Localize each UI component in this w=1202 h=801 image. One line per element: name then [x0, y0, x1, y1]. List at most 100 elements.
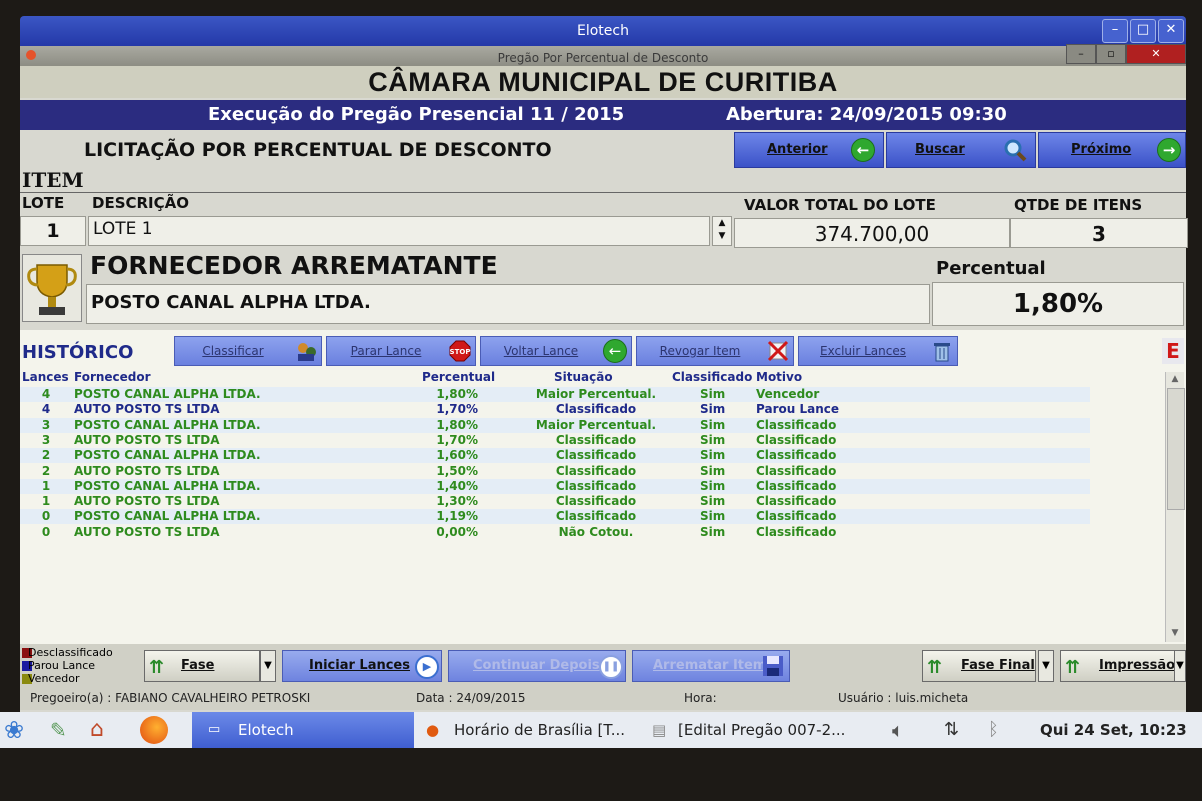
files-icon[interactable]: ✎: [50, 712, 80, 748]
table-row[interactable]: 2 AUTO POSTO TS LTDA 1,50% Classificado Sim C…: [20, 464, 1090, 479]
description-value: LOTE 1: [93, 219, 153, 239]
cell-situacao: Classificado: [555, 478, 637, 493]
export-e-badge[interactable]: E: [1162, 338, 1184, 364]
taskbar-elotech[interactable]: ▭ Elotech: [192, 712, 414, 748]
previous-button[interactable]: Anterior ←: [734, 132, 884, 168]
maximize-button[interactable]: □: [1130, 19, 1156, 43]
search-button[interactable]: Buscar: [886, 132, 1036, 168]
table-row[interactable]: 2 POSTO CANAL ALPHA LTDA. 1,60% Classificad…: [20, 448, 1090, 464]
close-button[interactable]: ✕: [1158, 19, 1184, 43]
inner-minimize-button[interactable]: –: [1066, 44, 1096, 64]
cell-situacao: Classificado: [555, 509, 637, 524]
cell-lance: 3: [41, 417, 51, 432]
cell-classificado: Sim: [700, 432, 726, 447]
cell-classificado: Sim: [700, 509, 726, 524]
cell-lance: 2: [41, 463, 51, 478]
window-icon: ▭: [208, 722, 221, 737]
network-icon[interactable]: ⇅: [944, 712, 968, 748]
page-title: CÂMARA MUNICIPAL DE CURITIBA: [20, 66, 1186, 98]
award-item-button[interactable]: Arrematar Item: [632, 650, 790, 682]
legend-vencedor: Vencedor: [20, 672, 140, 685]
bluetooth-icon[interactable]: ᛒ: [988, 712, 1018, 748]
search-label: Buscar: [915, 142, 965, 157]
pause-icon: ❚❚: [599, 655, 623, 679]
next-button[interactable]: Próximo →: [1038, 132, 1186, 168]
app-menu-icon[interactable]: [26, 50, 36, 60]
licitation-type: LICITAÇÃO POR PERCENTUAL DE DESCONTO: [20, 132, 735, 166]
cell-fornecedor: POSTO CANAL ALPHA LTDA.: [74, 448, 261, 463]
arrow-right-icon: →: [1157, 138, 1181, 162]
cell-situacao: Maior Percentual.: [535, 417, 657, 432]
cell-percentual: 1,80%: [436, 387, 478, 401]
cell-lance: 1: [41, 494, 51, 509]
undo-bid-button[interactable]: Voltar Lance ←: [480, 336, 632, 366]
table-row[interactable]: 0 AUTO POSTO TS LTDA 0,00% Não Cotou. Sim Cla…: [20, 525, 1090, 540]
minimize-button[interactable]: –: [1102, 19, 1128, 43]
document-icon: ▤: [652, 721, 667, 739]
clock[interactable]: Qui 24 Set, 10:23: [1040, 712, 1200, 748]
table-row[interactable]: 4 POSTO CANAL ALPHA LTDA. 1,80% Maior Perce…: [20, 387, 1090, 402]
volume-muted-icon[interactable]: 🔈︎: [892, 712, 922, 748]
stop-bid-button[interactable]: Parar Lance STOP: [326, 336, 476, 366]
start-menu-icon[interactable]: ❀: [4, 712, 34, 748]
table-row[interactable]: 3 AUTO POSTO TS LTDA 1,70% Classificado Sim C…: [20, 433, 1090, 448]
cell-motivo: Classificado: [756, 463, 837, 478]
revoke-item-button[interactable]: Revogar Item: [636, 336, 794, 366]
description-spinner[interactable]: ▲ ▼: [712, 216, 732, 246]
table-row[interactable]: 4 AUTO POSTO TS LTDA 1,70% Classificado Sim P…: [20, 402, 1090, 417]
table-row[interactable]: 3 POSTO CANAL ALPHA LTDA. 1,80% Maior Perce…: [20, 417, 1090, 433]
taskbar-tab1-label: Horário de Brasília [T...: [454, 721, 626, 739]
cell-motivo: Classificado: [756, 432, 837, 447]
col-percentual: Percentual: [422, 370, 496, 384]
initial-phase-dropdown[interactable]: ▼: [260, 650, 276, 682]
legend-desclassificado: Desclassificado: [20, 646, 140, 659]
cell-situacao: Classificado: [555, 494, 637, 509]
continue-later-button[interactable]: Continuar Depois ❚❚: [448, 650, 626, 682]
inner-close-button[interactable]: ✕: [1126, 44, 1186, 64]
back-arrow-icon: ←: [603, 339, 627, 363]
table-row[interactable]: 0 POSTO CANAL ALPHA LTDA. 1,19% Classificad…: [20, 509, 1090, 525]
print-dropdown[interactable]: ▼: [1174, 650, 1186, 682]
cell-fornecedor: POSTO CANAL ALPHA LTDA.: [74, 478, 261, 493]
cell-lance: 0: [41, 524, 51, 539]
cell-motivo: Parou Lance: [756, 402, 839, 417]
item-heading: ITEM: [22, 168, 84, 192]
cell-classificado: Sim: [700, 463, 726, 478]
taskbar-tab-edital[interactable]: ▤ [Edital Pregão 007-2...: [644, 712, 866, 748]
final-phase-label: Fase Final: [961, 658, 1035, 673]
previous-label: Anterior: [767, 142, 828, 157]
lote-value: 1: [20, 216, 86, 246]
table-row[interactable]: 1 AUTO POSTO TS LTDA 1,30% Classificado Sim C…: [20, 494, 1090, 509]
cell-fornecedor: POSTO CANAL ALPHA LTDA.: [74, 417, 261, 432]
app-window: Pregão Por Percentual de Desconto – ▫ ✕ …: [20, 44, 1188, 712]
cell-percentual: 0,00%: [436, 524, 478, 539]
inner-restore-button[interactable]: ▫: [1096, 44, 1126, 64]
table-row[interactable]: 1 POSTO CANAL ALPHA LTDA. 1,40% Classificad…: [20, 478, 1090, 494]
delete-bids-button[interactable]: Excluir Lances: [798, 336, 958, 366]
cell-lance: 1: [41, 478, 51, 493]
classify-button[interactable]: Classificar: [174, 336, 322, 366]
description-field[interactable]: LOTE 1: [88, 216, 710, 246]
floppy-disk-icon: [763, 656, 783, 676]
final-phase-button[interactable]: ⇈ Fase Final: [922, 650, 1036, 682]
print-button[interactable]: ⇈ Impressão: [1060, 650, 1176, 682]
history-scrollbar[interactable]: ▲ ▼: [1165, 372, 1185, 642]
start-bids-button[interactable]: Iniciar Lances ▶: [282, 650, 442, 682]
cell-motivo: Classificado: [756, 524, 837, 539]
cell-lance: 0: [41, 509, 51, 524]
firefox-icon[interactable]: [138, 712, 172, 748]
cell-classificado: Sim: [700, 387, 726, 401]
delete-bids-label: Excluir Lances: [820, 344, 906, 358]
cell-motivo: Classificado: [756, 509, 837, 524]
screen: Elotech – □ ✕ Pregão Por Percentual de D…: [0, 0, 1202, 801]
undo-bid-label: Voltar Lance: [503, 344, 579, 358]
cell-lance: 4: [41, 402, 51, 417]
inner-title: Pregão Por Percentual de Desconto: [497, 51, 709, 65]
final-phase-dropdown[interactable]: ▼: [1038, 650, 1054, 682]
execution-label: Execução do Pregão Presencial 11 / 2015: [208, 104, 625, 125]
svg-text:STOP: STOP: [450, 348, 471, 356]
home-icon[interactable]: ⌂: [90, 712, 124, 748]
cell-motivo: Classificado: [756, 494, 837, 509]
initial-phase-button[interactable]: ⇈ Fase Inicial: [144, 650, 260, 703]
taskbar-tab-clock[interactable]: ● Horário de Brasília [T...: [418, 712, 638, 748]
